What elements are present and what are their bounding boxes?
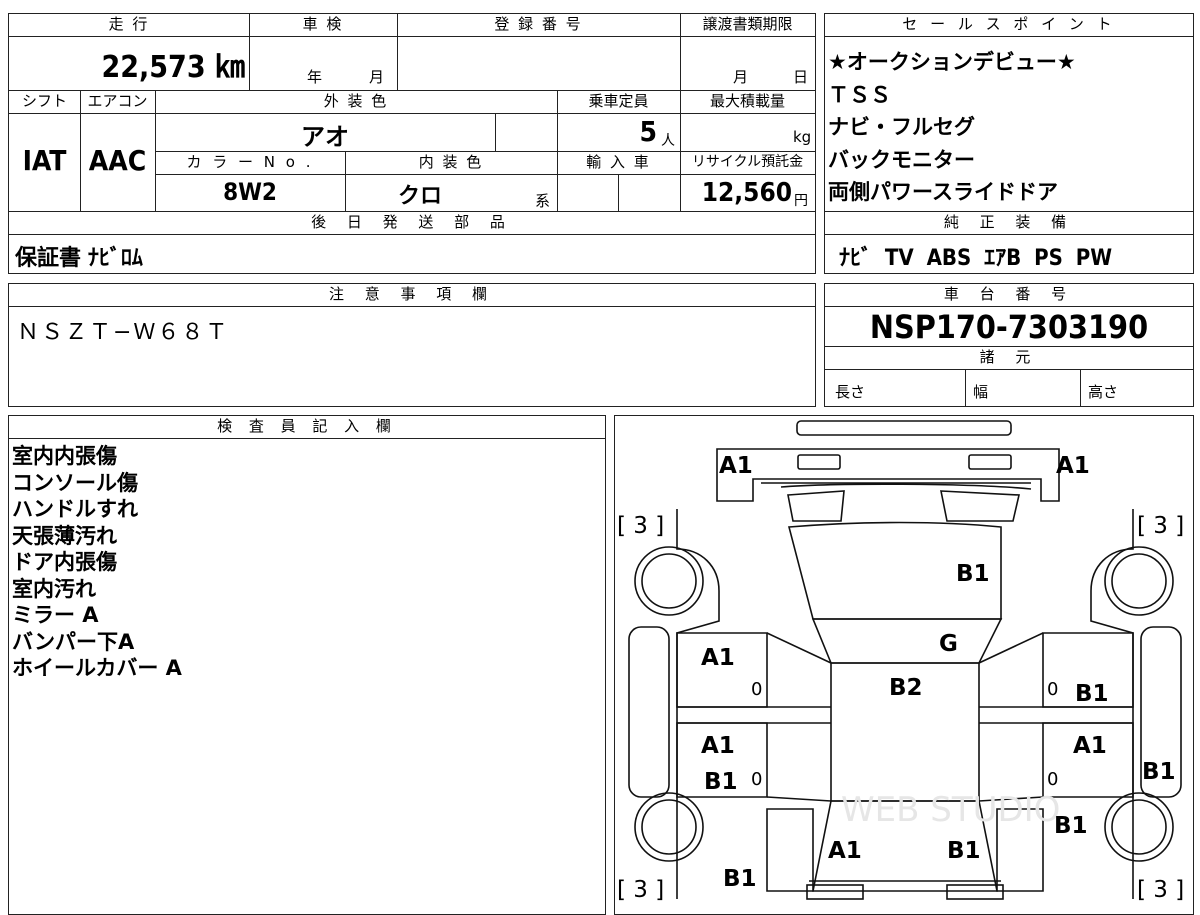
sales-points-list: ★オークションデビュー★ ＴＳＳ ナビ・フルセグ バックモニター 両側パワースラ… (828, 46, 1076, 209)
sales-point: ＴＳＳ (828, 82, 891, 107)
vehicle-info-table: 走 行 車 検 登 録 番 号 譲渡書類期限 22,573 ㎞ 年 月 月 日 … (8, 13, 816, 274)
code-front-left: A1 (719, 453, 753, 479)
chassis-label: 車 台 番 号 (943, 285, 1075, 303)
sales-point: バックモニター (828, 147, 975, 172)
interior-label: 内 装 色 (418, 153, 484, 171)
code-rear-right: B1 (947, 838, 981, 864)
transfer-day: 日 (793, 68, 809, 86)
equipment-value: ﾅﾋﾞ TV ABS ｴｱB PS PW (839, 246, 1113, 271)
car-diagram-box: WEB STUDIO A1 A1 [ 3 ] [ 3 ] B1 G B2 A1 … (614, 415, 1194, 915)
code-right-rear-door: A1 (1073, 733, 1107, 759)
maxload-unit: kg (793, 128, 812, 146)
shift-value: IAT (22, 144, 67, 177)
aircon-label: エアコン (87, 92, 148, 110)
code-wheel-rr: [ 3 ] (1137, 877, 1184, 903)
code-wheel-fr: [ 3 ] (1137, 513, 1184, 539)
inspector-item: ホイールカバー A (12, 656, 182, 680)
code-zero-4: 0 (1047, 769, 1058, 790)
code-right-side-step: B1 (1142, 759, 1176, 785)
inspector-item: バンパー下A (12, 629, 135, 654)
shaken-year: 年 (307, 68, 323, 86)
shaken-month: 月 (369, 68, 385, 86)
chassis-box: 車 台 番 号 NSP170-7303190 諸 元 長さ 幅 高さ (824, 283, 1194, 407)
code-left-rear-quarter: B1 (723, 866, 757, 892)
import-label: 輸 入 車 (586, 153, 651, 171)
code-wheel-fl: [ 3 ] (617, 513, 664, 539)
color-no-label: カ ラ ー N o . (186, 153, 314, 171)
maxload-label: 最大積載量 (709, 92, 785, 110)
transfer-month: 月 (733, 68, 749, 86)
inspector-item: ハンドルすれ (12, 497, 138, 521)
code-right-front-door: B1 (1075, 681, 1109, 707)
inspector-label: 検 査 員 記 入 欄 (217, 417, 397, 435)
interior-suffix: 系 (535, 192, 551, 210)
chassis-value: NSP170-7303190 (869, 308, 1149, 346)
notes-label: 注 意 事 項 欄 (328, 285, 496, 303)
code-roof: B2 (889, 675, 923, 701)
equipment-label: 純 正 装 備 (943, 213, 1075, 231)
code-left-rear-door-a: A1 (701, 733, 735, 759)
car-diagram: WEB STUDIO A1 A1 [ 3 ] [ 3 ] B1 G B2 A1 … (617, 420, 1184, 903)
recycle-unit: 円 (794, 193, 808, 209)
specs-height: 高さ (1088, 383, 1119, 401)
registration-label: 登 録 番 号 (494, 15, 583, 33)
sales-point: 両側パワースライドドア (828, 180, 1058, 204)
code-rear-left: A1 (828, 838, 862, 864)
sales-point: ナビ・フルセグ (828, 115, 975, 139)
later-parts-value: 保証書 ﾅﾋﾞﾛﾑ (15, 246, 143, 271)
recycle-label: リサイクル預託金 (691, 154, 804, 170)
code-left-front-door: A1 (701, 645, 735, 671)
specs-width: 幅 (973, 383, 989, 401)
inspector-item: ドア内張傷 (12, 550, 117, 574)
specs-length: 長さ (835, 383, 866, 401)
aircon-value: AAC (88, 144, 147, 177)
specs-label: 諸 元 (979, 348, 1039, 366)
code-left-rear-door-b: B1 (704, 769, 738, 795)
sales-point: ★オークションデビュー★ (828, 50, 1076, 74)
inspector-list: 室内内張傷 コンソール傷 ハンドルすれ 天張薄汚れ ドア内張傷 室内汚れ ミラー… (12, 443, 182, 682)
shaken-label: 車 検 (302, 15, 344, 33)
inspector-item: 室内内張傷 (12, 444, 117, 468)
sales-points-label: セ ー ル ス ポ イ ン ト (902, 15, 1116, 33)
inspector-item: ミラー A (12, 603, 99, 627)
capacity-unit: 人 (661, 133, 675, 149)
code-zero-3: 0 (751, 769, 762, 790)
watermark: WEB STUDIO (841, 790, 1060, 830)
notes-value: ＮＳＺＴ−Ｗ６８Ｔ (17, 320, 230, 345)
exterior-value: アオ (301, 123, 349, 151)
recycle-value: 12,560 (701, 178, 792, 208)
interior-value: クロ (397, 184, 442, 209)
code-windshield: G (939, 631, 958, 657)
code-zero-1: 0 (751, 679, 762, 700)
mileage-label: 走 行 (108, 15, 150, 33)
transfer-label: 譲渡書類期限 (702, 15, 793, 33)
mileage-value: 22,573 ㎞ (101, 50, 245, 85)
sales-points-box: セ ー ル ス ポ イ ン ト ★オークションデビュー★ ＴＳＳ ナビ・フルセグ… (824, 13, 1194, 274)
inspector-item: 天張薄汚れ (12, 523, 117, 548)
inspector-item: コンソール傷 (12, 470, 138, 495)
later-parts-label: 後 日 発 送 部 品 (311, 213, 513, 231)
code-zero-2: 0 (1047, 679, 1058, 700)
capacity-value: 5 (639, 115, 657, 148)
code-front-right: A1 (1056, 453, 1090, 479)
shift-label: シフト (21, 92, 67, 110)
color-no-value: 8W2 (223, 178, 277, 206)
inspector-box: 検 査 員 記 入 欄 室内内張傷 コンソール傷 ハンドルすれ 天張薄汚れ ドア… (8, 415, 606, 915)
capacity-label: 乗車定員 (588, 92, 649, 110)
notes-box: 注 意 事 項 欄 ＮＳＺＴ−Ｗ６８Ｔ (8, 283, 816, 407)
code-wheel-rl: [ 3 ] (617, 877, 664, 903)
exterior-label: 外 装 色 (323, 92, 389, 110)
code-hood: B1 (956, 561, 990, 587)
inspector-item: 室内汚れ (12, 576, 96, 601)
code-right-rear-quarter: B1 (1054, 813, 1088, 839)
